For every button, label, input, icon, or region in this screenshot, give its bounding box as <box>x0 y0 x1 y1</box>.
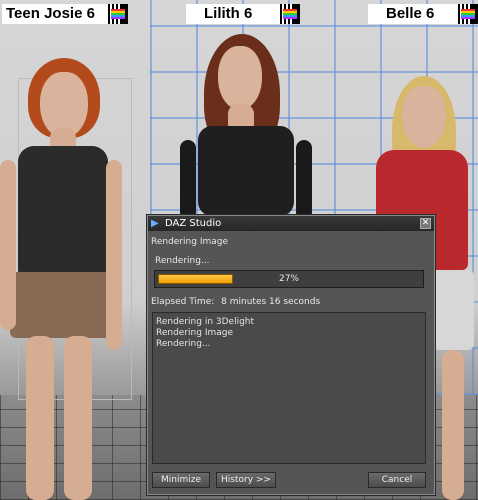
render-log[interactable]: Rendering in 3Delight Rendering Image Re… <box>152 312 426 464</box>
name-label-belle: Belle 6 <box>368 4 478 24</box>
cancel-button[interactable]: Cancel <box>368 472 426 488</box>
elapsed-value: 8 minutes 16 seconds <box>221 297 321 307</box>
name-label-text: Belle 6 <box>386 5 435 22</box>
history-button[interactable]: History >> <box>216 472 276 488</box>
log-line: Rendering... <box>156 339 211 349</box>
elapsed-time: Elapsed Time: 8 minutes 16 seconds <box>151 297 320 307</box>
log-line: Rendering Image <box>156 328 234 338</box>
render-status-text: Rendering... <box>155 256 210 266</box>
render-progress-bar: 27% <box>154 270 424 288</box>
figure-lilith[interactable] <box>180 30 320 220</box>
name-label-teen-josie: Teen Josie 6 <box>2 4 128 24</box>
figure-teen-josie[interactable] <box>0 50 140 500</box>
flag-icon <box>458 4 478 24</box>
flag-icon <box>280 4 300 24</box>
name-label-lilith: Lilith 6 <box>186 4 300 24</box>
dialog-title: DAZ Studio <box>165 218 222 229</box>
name-label-text: Lilith 6 <box>204 5 253 22</box>
name-label-text: Teen Josie 6 <box>6 5 95 22</box>
progress-percent-text: 27% <box>278 274 299 284</box>
log-line: Rendering in 3Delight <box>156 317 255 327</box>
dialog-heading: Rendering Image <box>151 237 229 247</box>
minimize-button[interactable]: Minimize <box>152 472 210 488</box>
dialog-titlebar[interactable]: ▶ DAZ Studio ✕ <box>148 216 434 231</box>
close-icon[interactable]: ✕ <box>420 218 431 229</box>
elapsed-label: Elapsed Time: <box>151 297 215 307</box>
flag-icon <box>108 4 128 24</box>
daz-logo-icon: ▶ <box>151 218 159 229</box>
